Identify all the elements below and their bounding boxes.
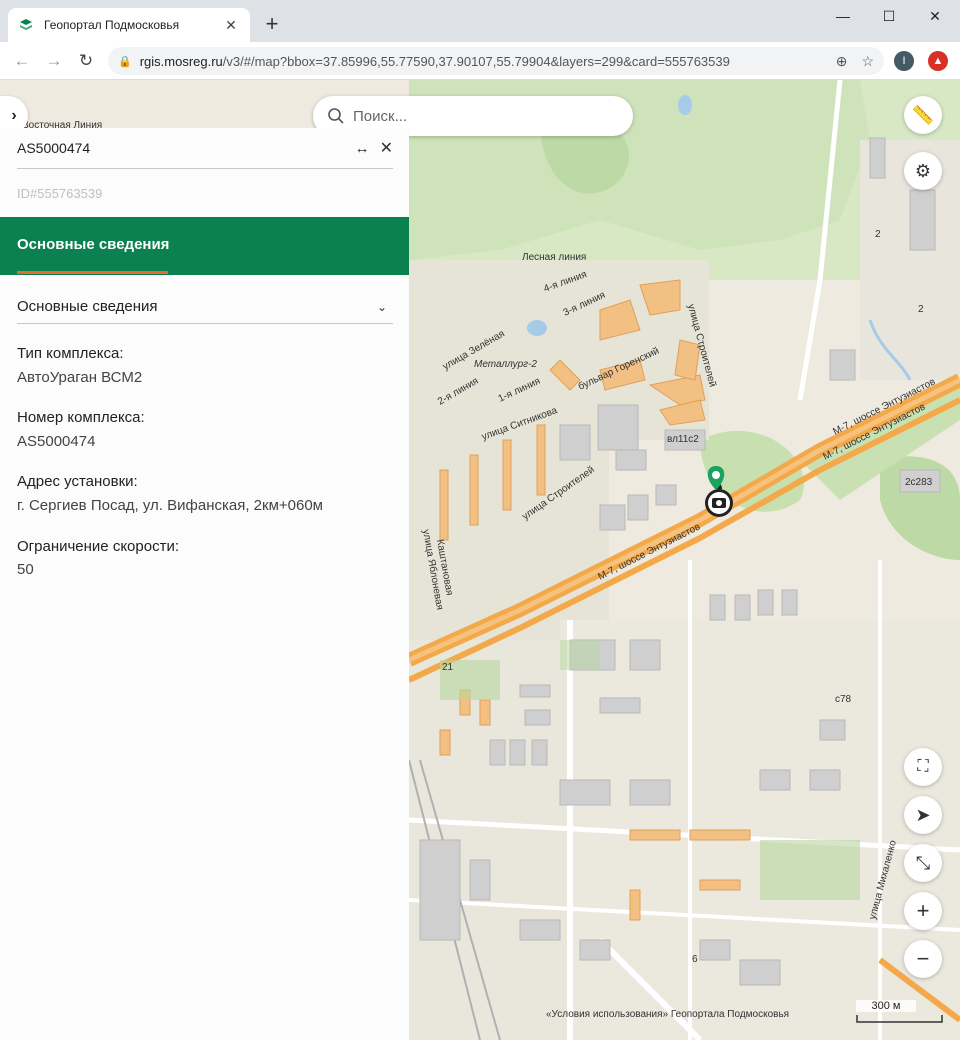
- profile-avatar[interactable]: I: [894, 51, 914, 71]
- browser-tab[interactable]: Геопортал Подмосковья ✕: [8, 8, 250, 42]
- field-label-speed: Ограничение скорости:: [17, 538, 179, 555]
- tab-close-icon[interactable]: ✕: [222, 17, 240, 34]
- label-entuziastov-1: М-7, шоссе Энтузиастов: [596, 521, 702, 582]
- forward-arrow-icon[interactable]: →: [42, 49, 66, 73]
- fullscreen-icon[interactable]: ⛶: [904, 748, 942, 786]
- tab-main-info[interactable]: Основные сведения: [0, 217, 409, 275]
- label-house-2c283: 2с283: [905, 477, 933, 488]
- panel-title: AS5000474: [17, 140, 91, 156]
- zoom-in-button[interactable]: +: [904, 892, 942, 930]
- extension-icon[interactable]: ▲: [928, 51, 948, 71]
- dropdown-label: Основные сведения: [17, 298, 158, 315]
- minimize-window-icon[interactable]: —: [820, 4, 866, 28]
- chevron-down-icon: ⌄: [376, 299, 387, 314]
- tab-active-indicator: [17, 271, 168, 274]
- browser-titlebar: Геопортал Подмосковья ✕ + — ☐ ✕: [0, 0, 960, 42]
- label-lesnaya: Лесная линия: [522, 252, 586, 263]
- tab-title: Геопортал Подмосковья: [44, 18, 180, 32]
- browser-toolbar: ← → ↻ 🔒 rgis.mosreg.ru/v3/#/map?bbox=37.…: [0, 42, 960, 80]
- tab-main-info-label: Основные сведения: [17, 236, 170, 253]
- reload-icon[interactable]: ↻: [74, 49, 98, 73]
- maximize-window-icon[interactable]: ☐: [866, 4, 912, 28]
- label-house-2b: 2: [918, 304, 924, 315]
- search-icon: [328, 108, 344, 124]
- geolocation-arrow-icon[interactable]: ➤: [904, 796, 942, 834]
- label-house-c78: с78: [835, 694, 852, 705]
- field-value-number: AS5000474: [17, 433, 96, 450]
- ruler-measure-icon[interactable]: 📏: [904, 96, 942, 134]
- object-card-panel: AS5000474 ↔ ✕ ID#555763539 Основные свед…: [0, 128, 409, 1040]
- add-tab-icon[interactable]: ⊕: [836, 53, 848, 70]
- close-panel-icon[interactable]: ✕: [380, 138, 393, 158]
- address-bar[interactable]: 🔒 rgis.mosreg.ru/v3/#/map?bbox=37.85996,…: [108, 47, 884, 75]
- section-dropdown[interactable]: Основные сведения ⌄: [17, 290, 393, 324]
- field-value-speed: 50: [17, 561, 34, 578]
- search-placeholder: Поиск...: [353, 107, 408, 125]
- close-window-icon[interactable]: ✕: [912, 4, 958, 28]
- scale-bar: 300 м: [856, 1000, 944, 1026]
- field-value-address: г. Сергиев Посад, ул. Вифанская, 2км+060…: [17, 497, 323, 514]
- url-text: rgis.mosreg.ru/v3/#/map?bbox=37.85996,55…: [139, 53, 730, 69]
- new-tab-button[interactable]: +: [260, 12, 284, 36]
- back-arrow-icon[interactable]: ←: [10, 49, 34, 73]
- object-id: ID#555763539: [17, 186, 103, 201]
- lock-icon: 🔒: [118, 55, 132, 68]
- label-metallurg: Металлург-2: [474, 359, 537, 370]
- field-value-type: АвтоУраган ВСМ2: [17, 369, 143, 386]
- attribution-link[interactable]: «Условия использования» Геопортала Подмо…: [546, 1009, 789, 1020]
- bookmark-star-icon[interactable]: ☆: [861, 53, 874, 70]
- zoom-out-button[interactable]: −: [904, 940, 942, 978]
- label-house-6: 6: [692, 954, 698, 965]
- label-house-2a: 2: [875, 229, 881, 240]
- field-label-type: Тип комплекса:: [17, 345, 124, 362]
- expand-width-icon[interactable]: ↔: [355, 140, 370, 157]
- field-label-address: Адрес установки:: [17, 473, 138, 490]
- geoportal-favicon-icon: [20, 19, 32, 30]
- field-label-number: Номер комплекса:: [17, 409, 145, 426]
- settings-gear-icon[interactable]: ⚙: [904, 152, 942, 190]
- label-house-vl11c2: вл11с2: [667, 434, 699, 445]
- panel-header: AS5000474 ↔ ✕: [17, 128, 393, 169]
- label-house-21: 21: [442, 662, 454, 673]
- fit-extent-icon[interactable]: ⤡: [904, 844, 942, 882]
